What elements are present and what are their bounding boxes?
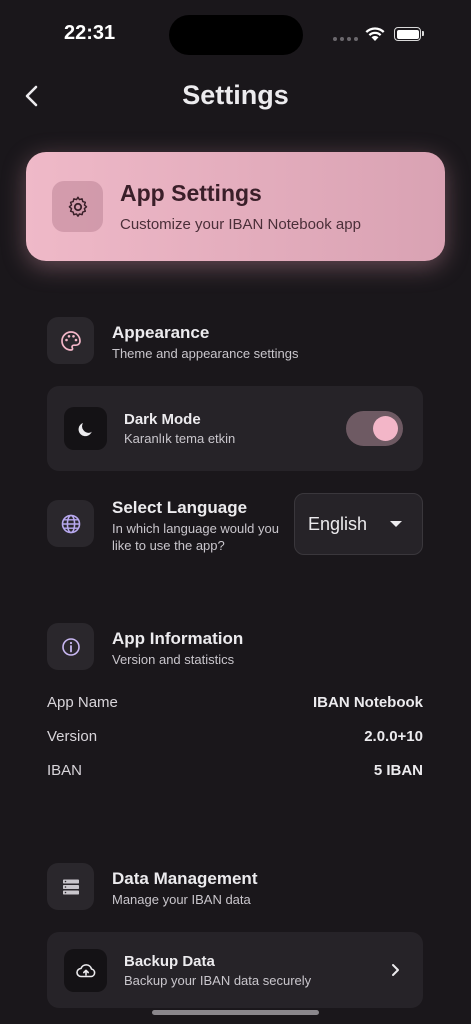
dark-mode-toggle[interactable] xyxy=(346,411,403,446)
palette-icon xyxy=(47,317,94,364)
info-label-iban: IBAN xyxy=(47,762,83,779)
page-title: Settings xyxy=(182,80,289,110)
info-label-app-name: App Name xyxy=(47,694,118,711)
dark-mode-subtitle: Karanlık tema etkin xyxy=(124,431,236,446)
backup-title: Backup Data xyxy=(124,953,215,970)
dark-mode-title: Dark Mode xyxy=(124,411,201,428)
info-value-iban: 5 IBAN xyxy=(373,762,423,779)
app-info-title: App Information xyxy=(112,629,244,648)
info-icon xyxy=(47,623,94,670)
dynamic-island xyxy=(169,15,303,55)
wifi-icon xyxy=(365,27,385,41)
gear-icon xyxy=(52,181,103,232)
hero-title: App Settings xyxy=(120,180,262,206)
globe-icon xyxy=(47,500,94,547)
chevron-right-icon xyxy=(392,964,399,976)
info-value-app-name: IBAN Notebook xyxy=(313,694,423,711)
cellular-signal-icon xyxy=(333,37,358,41)
data-mgmt-title: Data Management xyxy=(112,869,258,888)
info-label-version: Version xyxy=(47,728,98,745)
storage-icon xyxy=(47,863,94,910)
language-subtitle-line1: In which language would you xyxy=(112,521,279,536)
toggle-knob xyxy=(373,416,398,441)
appearance-title: Appearance xyxy=(112,323,210,342)
home-indicator xyxy=(152,1010,319,1015)
info-value-version: 2.0.0+10 xyxy=(364,728,423,745)
language-dropdown-value: English xyxy=(308,514,368,534)
moon-icon xyxy=(64,407,107,450)
data-mgmt-subtitle: Manage your IBAN data xyxy=(112,892,251,907)
hero-subtitle: Customize your IBAN Notebook app xyxy=(120,216,361,233)
status-time: 22:31 xyxy=(64,22,116,44)
battery-icon xyxy=(394,27,424,41)
cloud-upload-icon xyxy=(64,949,107,992)
backup-subtitle: Backup your IBAN data securely xyxy=(124,973,312,988)
language-title: Select Language xyxy=(112,498,248,517)
dropdown-caret-icon xyxy=(390,521,402,527)
appearance-subtitle: Theme and appearance settings xyxy=(112,346,299,361)
language-subtitle-line2: like to use the app? xyxy=(112,538,225,553)
app-info-subtitle: Version and statistics xyxy=(112,652,235,667)
